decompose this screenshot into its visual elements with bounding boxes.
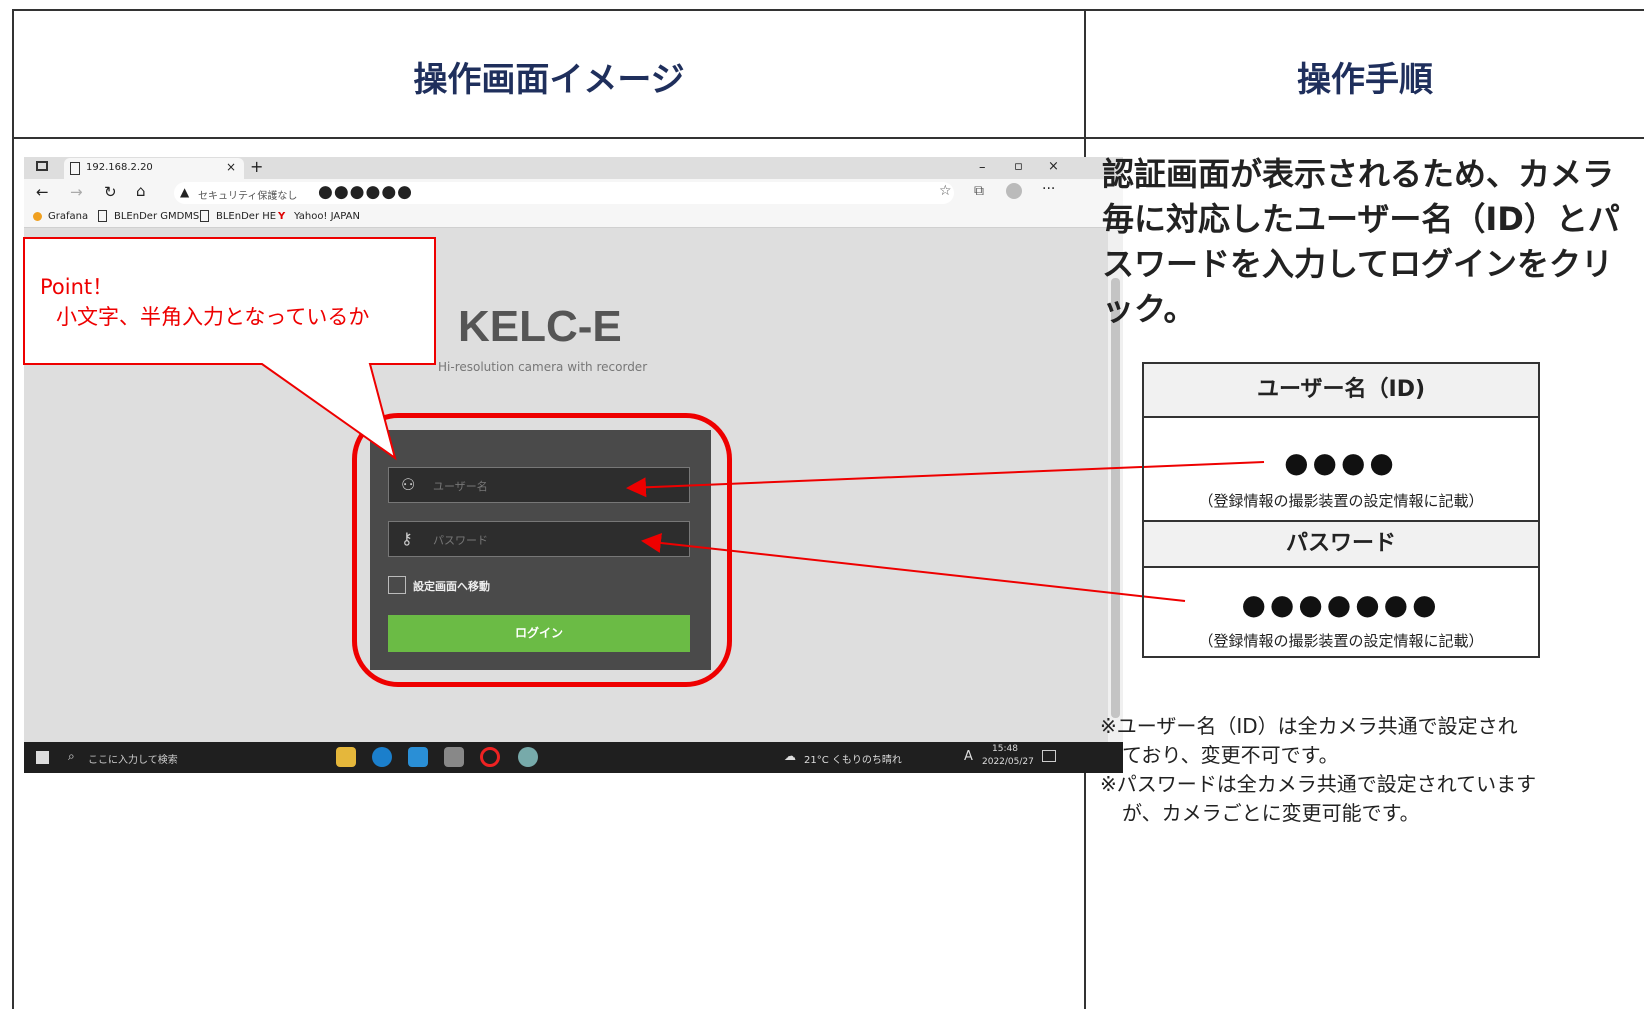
close-window-button[interactable]: × — [1048, 159, 1059, 174]
password-note: （登録情報の撮影装置の設定情報に記載） — [1198, 632, 1484, 650]
edge-icon[interactable] — [372, 747, 392, 767]
windows-taskbar: ⌕ ここに入力して検索 ☁ 21°C くもりのち晴れ A 15:48 2022/… — [24, 742, 1123, 773]
file-explorer-icon[interactable] — [336, 747, 356, 767]
password-value: ●●●●●●● — [1241, 588, 1441, 621]
credential-table: ユーザー名（ID) ●●●● （登録情報の撮影装置の設定情報に記載） パスワード… — [1142, 362, 1540, 658]
divider — [1144, 566, 1538, 568]
bookmarks-bar: Grafana BLEnDer GMDMS BLEnDer HE Y Yahoo… — [24, 207, 1123, 228]
bookmark-yahoo[interactable]: Yahoo! JAPAN — [294, 211, 360, 222]
highlight-ring — [352, 413, 732, 687]
url-field[interactable]: ▲ セキュリティ保護なし ●●●●●● — [174, 182, 954, 204]
table-border-left — [12, 9, 14, 1009]
clock-date: 2022/05/27 — [982, 757, 1034, 767]
forward-icon[interactable]: → — [70, 183, 83, 201]
address-bar: ← → ↻ ⌂ ▲ セキュリティ保護なし ●●●●●● ☆ ⧉ ··· — [24, 179, 1123, 207]
callout-line-1: Point！ — [40, 275, 114, 299]
callout-line-2: 小文字、半角入力となっているか — [56, 305, 370, 329]
brand-subtitle: Hi-resolution camera with recorder — [438, 360, 648, 374]
ie-icon[interactable] — [408, 747, 428, 767]
tab-bar: 192.168.2.20 × + – ▫ × — [24, 157, 1123, 179]
browser-tab[interactable]: 192.168.2.20 × — [64, 158, 244, 179]
new-tab-button[interactable]: + — [250, 157, 263, 176]
bookmark-gmdms[interactable]: BLEnDer GMDMS — [114, 211, 199, 222]
note-2-line-1: ※パスワードは全カメラ共通で設定されています — [1100, 772, 1537, 796]
table-border-mid — [12, 137, 1644, 139]
tab-title: 192.168.2.20 — [86, 162, 153, 173]
tab-actions-icon[interactable] — [36, 161, 48, 171]
page-icon — [200, 210, 209, 222]
collections-icon[interactable]: ⧉ — [974, 183, 984, 199]
maximize-button[interactable]: ▫ — [1014, 159, 1023, 174]
tab-close-icon[interactable]: × — [226, 160, 236, 174]
minimize-button[interactable]: – — [979, 160, 986, 175]
warning-icon: ▲ — [180, 185, 190, 199]
opera-icon[interactable] — [480, 747, 500, 767]
security-label: セキュリティ保護なし — [198, 191, 298, 202]
paint-icon[interactable] — [518, 747, 538, 767]
url-masked: ●●●●●● — [318, 182, 414, 202]
callout-text: Point！ 小文字、半角入力となっているか — [40, 272, 369, 332]
page-icon — [70, 162, 80, 175]
clock-time: 15:48 — [992, 744, 1018, 754]
profile-icon[interactable] — [1006, 183, 1022, 199]
windows-start-icon[interactable] — [36, 751, 49, 764]
column-header-procedure: 操作手順 — [1297, 60, 1433, 100]
weather-icon: ☁ — [784, 749, 796, 763]
bookmark-grafana[interactable]: Grafana — [48, 211, 88, 222]
divider — [1144, 416, 1538, 418]
bookmark-he[interactable]: BLEnDer HE — [216, 211, 276, 222]
note-1-line-2: ており、変更不可です。 — [1122, 743, 1339, 767]
yahoo-icon: Y — [278, 211, 286, 222]
more-icon[interactable]: ··· — [1042, 181, 1055, 197]
column-header-screen-image: 操作画面イメージ — [413, 60, 685, 100]
table-border-top — [12, 9, 1644, 11]
password-header: パスワード — [1144, 522, 1538, 566]
ime-indicator[interactable]: A — [964, 749, 973, 764]
note-1-line-1: ※ユーザー名（ID）は全カメラ共通で設定され — [1100, 714, 1518, 738]
home-icon[interactable]: ⌂ — [136, 182, 146, 200]
bookmark-icon — [33, 212, 42, 221]
refresh-icon[interactable]: ↻ — [104, 183, 117, 201]
username-note: （登録情報の撮影装置の設定情報に記載） — [1198, 492, 1484, 510]
taskbar-search-input[interactable]: ここに入力して検索 — [88, 751, 178, 766]
search-icon[interactable]: ⌕ — [68, 749, 75, 764]
username-header: ユーザー名（ID) — [1144, 364, 1538, 416]
notes: ※ユーザー名（ID）は全カメラ共通で設定され ており、変更不可です。 ※パスワー… — [1100, 712, 1640, 828]
page-icon — [98, 210, 107, 222]
app-icon[interactable] — [444, 747, 464, 767]
back-icon[interactable]: ← — [36, 183, 49, 201]
favorites-icon[interactable]: ☆ — [939, 183, 952, 199]
username-value: ●●●● — [1284, 446, 1398, 479]
brand-title: KELC-E — [458, 302, 622, 351]
note-2-line-2: が、カメラごとに変更可能です。 — [1122, 801, 1420, 825]
notification-icon[interactable] — [1042, 750, 1056, 762]
scrollbar-thumb[interactable] — [1111, 278, 1120, 718]
weather-text: 21°C くもりのち晴れ — [804, 755, 902, 766]
instruction-text: 認証画面が表示されるため、カメラ毎に対応したユーザー名（ID）とパスワードを入力… — [1102, 155, 1620, 328]
